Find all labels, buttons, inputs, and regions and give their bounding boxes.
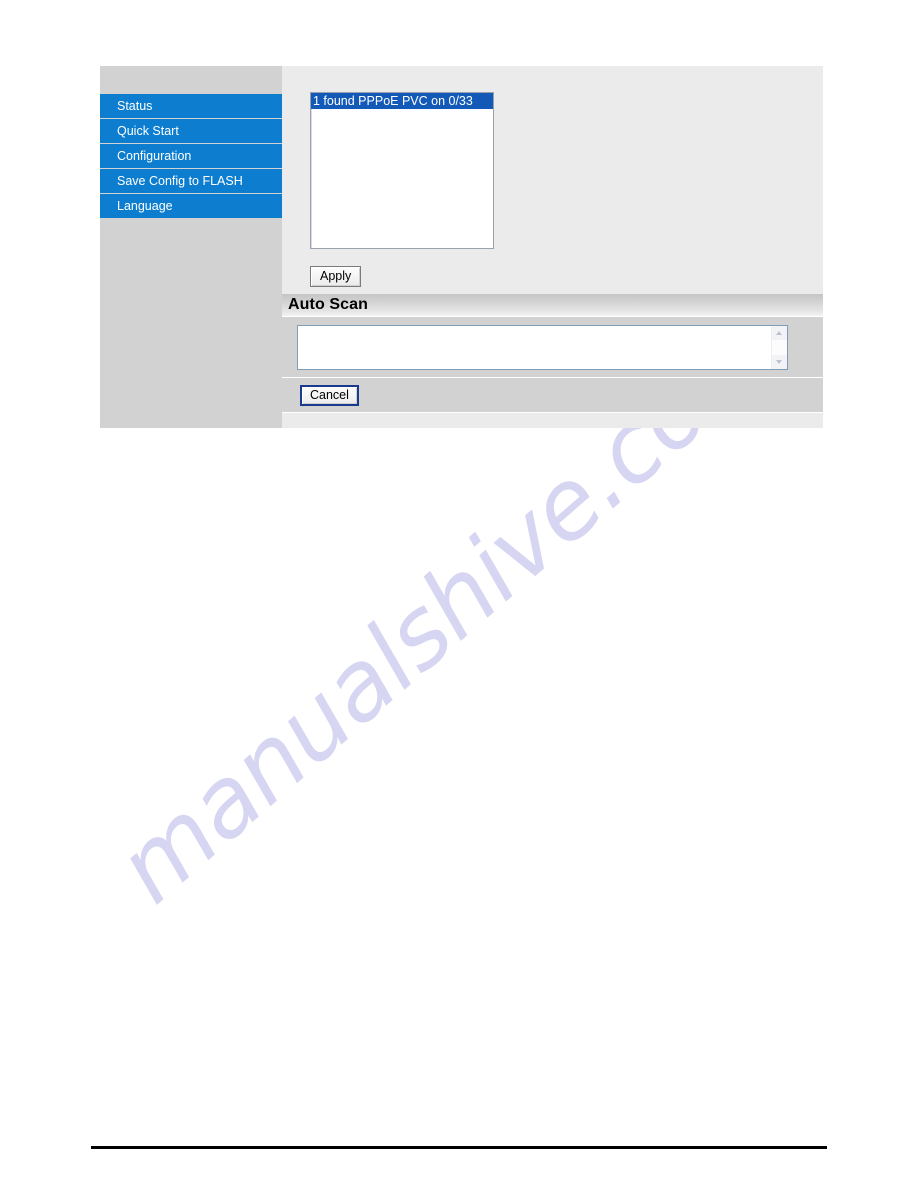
sidebar-item-quick-start[interactable]: Quick Start	[100, 119, 282, 143]
page-title: Auto Scan	[288, 296, 369, 313]
cancel-button[interactable]: Cancel	[300, 384, 359, 406]
sidebar-item-label: Quick Start	[117, 124, 179, 138]
apply-button-row: Apply	[310, 266, 823, 287]
scan-output-text[interactable]	[298, 326, 771, 369]
cancel-button-row: Cancel	[282, 378, 823, 413]
sidebar-item-language[interactable]: Language	[100, 194, 282, 218]
router-web-ui-screenshot: Status Quick Start Configuration Save Co…	[100, 66, 823, 428]
scan-output-panel	[282, 317, 823, 378]
main-content-panel: 1 found PPPoE PVC on 0/33 Apply Auto Sca…	[282, 66, 823, 428]
sidebar-item-label: Configuration	[117, 149, 192, 163]
scan-output-textarea[interactable]	[297, 324, 788, 370]
chevron-up-icon[interactable]	[772, 325, 787, 340]
footer-divider	[91, 1146, 827, 1149]
section-header-auto-scan: Auto Scan	[282, 294, 823, 317]
navigation-sidebar: Status Quick Start Configuration Save Co…	[100, 66, 282, 428]
sidebar-item-label: Language	[117, 199, 173, 213]
apply-button[interactable]: Apply	[310, 266, 362, 287]
scrollbar-track[interactable]	[772, 339, 787, 355]
sidebar-item-label: Status	[117, 99, 153, 113]
chevron-down-icon[interactable]	[772, 354, 787, 369]
sidebar-item-configuration[interactable]: Configuration	[100, 144, 282, 168]
sidebar-item-label: Save Config to FLASH	[117, 174, 243, 188]
sidebar-item-status[interactable]: Status	[100, 94, 282, 118]
sidebar-item-save-config-to-flash[interactable]: Save Config to FLASH	[100, 169, 282, 193]
scan-output-scrollbar[interactable]	[771, 325, 787, 369]
listbox-option-selected[interactable]: 1 found PPPoE PVC on 0/33	[311, 93, 493, 109]
scan-results-listbox[interactable]: 1 found PPPoE PVC on 0/33	[310, 92, 494, 249]
